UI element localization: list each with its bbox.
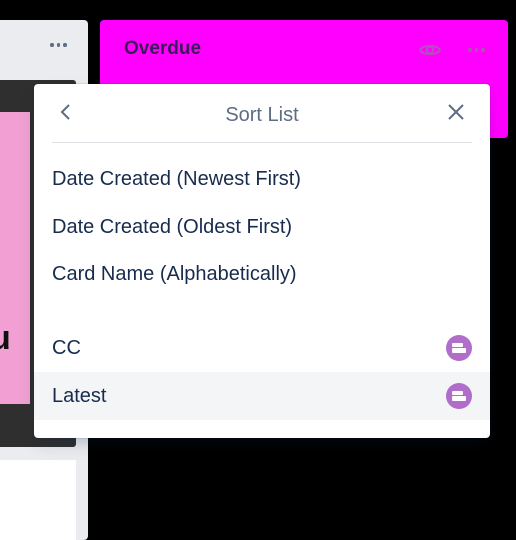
list-title[interactable]: Overdue xyxy=(124,38,201,60)
custom-field-icon xyxy=(446,335,472,361)
card[interactable] xyxy=(0,460,76,540)
sort-option-label: Latest xyxy=(52,385,107,407)
eye-icon[interactable] xyxy=(418,38,442,62)
custom-field-icon xyxy=(446,383,472,409)
sort-option-oldest-first[interactable]: Date Created (Oldest First) xyxy=(34,204,490,250)
more-horizontal-icon[interactable] xyxy=(468,48,485,52)
more-horizontal-icon[interactable] xyxy=(50,40,70,50)
popover-title: Sort List xyxy=(225,104,299,126)
divider xyxy=(52,142,472,143)
sort-option-cc[interactable]: CC xyxy=(34,324,490,372)
sort-option-latest[interactable]: Latest xyxy=(34,372,490,420)
sort-list-popover: Sort List Date Created (Newest First) Da… xyxy=(34,84,490,438)
sort-option-label: CC xyxy=(52,337,81,359)
close-icon[interactable] xyxy=(444,100,468,124)
sort-option-newest-first[interactable]: Date Created (Newest First) xyxy=(34,156,490,202)
card-cover-text: u - xyxy=(0,319,11,392)
sort-option-alphabetical[interactable]: Card Name (Alphabetically) xyxy=(34,251,490,297)
popover-header: Sort List xyxy=(34,84,490,142)
